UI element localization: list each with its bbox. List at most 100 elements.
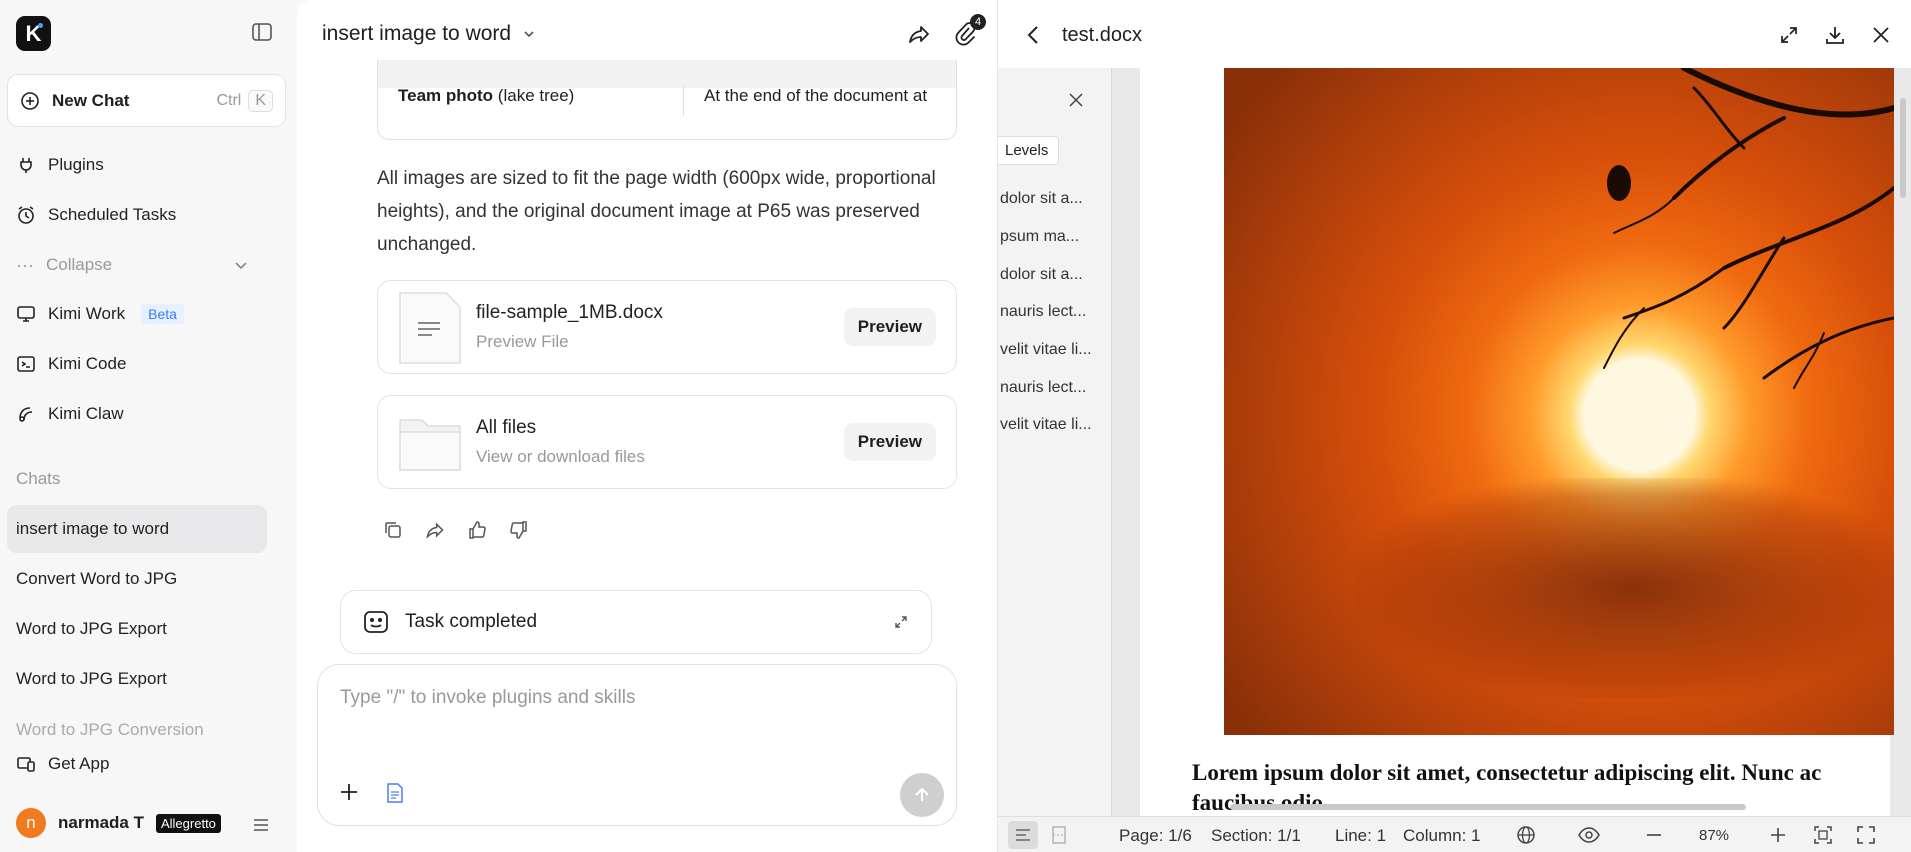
heading-nav-item[interactable]: psum ma... [1000,228,1110,246]
tree-branches [1603,68,1894,389]
horizontal-scrollbar[interactable] [1230,804,1746,810]
cell-bold-text: Team photo [398,86,494,105]
table-cell: At the end of the document at [704,86,928,105]
message-actions [383,520,529,540]
user-name: narmada T [58,813,144,832]
heading-navigation-pane: Levels dolor sit a... psum ma... dolor s… [998,68,1112,816]
terminal-icon [16,354,36,374]
column-indicator: Column: 1 [1403,826,1481,845]
chats-section-label: Chats [16,469,61,488]
sidebar: K New Chat Ctrl K Plugins Scheduled Tasks… [0,0,297,852]
zoom-out-icon[interactable] [1644,825,1664,845]
fit-page-icon[interactable] [1813,825,1833,845]
new-chat-shortcut: Ctrl K [213,89,273,112]
task-status-bar[interactable]: Task completed [340,590,932,654]
sidebar-item-label: Kimi Claw [48,404,124,423]
close-icon[interactable] [1068,92,1084,108]
chevron-down-icon [521,26,537,42]
sidebar-item-label: Kimi Code [48,354,127,373]
table-row: Team photo (lake tree) At the end of the… [378,60,956,116]
copy-icon[interactable] [383,520,403,540]
chat-item[interactable]: Convert Word to JPG [7,555,267,603]
eye-icon[interactable] [1578,825,1600,845]
sidebar-collapse-toggle[interactable]: ··· Collapse [16,250,251,280]
sidebar-item-kimi-claw[interactable]: Kimi Claw [16,399,124,429]
expand-icon[interactable] [893,614,909,630]
document-viewport[interactable]: Levels dolor sit a... psum ma... dolor s… [998,68,1911,816]
chat-title-dropdown[interactable]: insert image to word [322,22,537,46]
levels-button[interactable]: Levels [998,136,1060,165]
preview-button[interactable]: Preview [843,308,936,346]
get-app-label: Get App [48,754,110,773]
chat-item[interactable]: Word to JPG Conversion [7,715,267,745]
file-subtitle: Preview File [476,332,569,351]
composer-placeholder: Type "/" to invoke plugins and skills [340,687,636,708]
shortcut-key: K [248,89,273,112]
heading-nav-item[interactable]: nauris lect... [1000,303,1110,321]
vertical-scrollbar[interactable] [1900,98,1906,198]
zoom-in-icon[interactable] [1768,825,1788,845]
thumbs-up-icon[interactable] [467,520,487,540]
close-icon[interactable] [1870,24,1892,46]
fullscreen-icon[interactable] [1856,825,1876,845]
beta-badge: Beta [141,304,184,324]
preview-file-name: test.docx [1062,24,1143,46]
more-dots-icon: ··· [16,254,34,275]
sidebar-item-label: Kimi Work [48,304,126,323]
sidebar-item-kimi-work[interactable]: Kimi Work Beta [16,299,184,329]
chat-item[interactable]: insert image to word [7,505,267,553]
status-bar: Page: 1/6 Section: 1/1 Line: 1 Column: 1… [998,816,1911,852]
line-indicator: Line: 1 [1335,826,1387,845]
robot-icon [363,609,389,635]
page-break-icon[interactable] [1050,825,1068,845]
table-cell: Team photo (lake tree) [378,86,684,116]
new-chat-button[interactable]: New Chat Ctrl K [7,74,286,127]
logo-dot [38,23,43,28]
kimi-logo[interactable]: K [16,16,51,51]
back-chevron-icon[interactable] [1024,24,1044,46]
sidebar-item-kimi-code[interactable]: Kimi Code [16,349,126,379]
sidebar-toggle-icon[interactable] [251,21,273,43]
message-composer[interactable]: Type "/" to invoke plugins and skills [317,664,957,826]
heading-nav-item[interactable]: velit vitae li... [1000,416,1110,434]
send-button[interactable] [900,773,944,817]
menu-icon[interactable] [251,815,271,835]
heading-nav-item[interactable]: dolor sit a... [1000,190,1110,208]
heading-nav-item[interactable]: nauris lect... [1000,379,1110,397]
share-icon[interactable] [425,520,445,540]
new-chat-label: New Chat [52,90,130,110]
plan-badge: Allegretto [155,813,221,833]
alarm-clock-icon [16,205,36,225]
outline-icon[interactable] [1013,825,1033,845]
share-icon[interactable] [907,22,931,46]
file-name: All files [476,417,537,438]
sidebar-item-scheduled-tasks[interactable]: Scheduled Tasks [16,200,176,230]
results-table: Team photo (lake tree) At the end of the… [377,60,957,140]
chat-item[interactable]: Word to JPG Export [7,655,267,703]
plug-icon [16,155,36,175]
heading-nav-item[interactable]: dolor sit a... [1000,266,1110,284]
avatar: n [16,808,46,838]
collapse-label: Collapse [45,255,113,274]
add-icon[interactable] [338,781,360,803]
task-status-text: Task completed [405,611,538,632]
heading-nav-item[interactable]: velit vitae li... [1000,341,1110,359]
assistant-message-text: All images are sized to fit the page wid… [377,168,936,255]
attachment-count-badge: 4 [970,14,986,30]
expand-icon[interactable] [1778,24,1800,46]
file-card[interactable]: All files View or download files Preview [377,395,957,489]
user-profile[interactable]: n narmada T Allegretto [16,808,221,838]
folder-icon [398,406,462,478]
chat-item[interactable]: Word to JPG Export [7,605,267,653]
shortcut-ctrl: Ctrl [216,91,242,109]
preview-button[interactable]: Preview [843,423,936,461]
get-app-button[interactable]: Get App [16,749,110,779]
sidebar-item-plugins[interactable]: Plugins [16,150,104,180]
document-preview-panel: test.docx Levels dolor sit a... psum ma.… [997,0,1911,852]
download-icon[interactable] [1824,24,1846,46]
globe-icon[interactable] [1516,825,1536,845]
file-subtitle: View or download files [476,447,645,466]
thumbs-down-icon[interactable] [509,520,529,540]
document-attach-icon[interactable] [386,783,404,803]
file-card[interactable]: file-sample_1MB.docx Preview File Previe… [377,280,957,374]
